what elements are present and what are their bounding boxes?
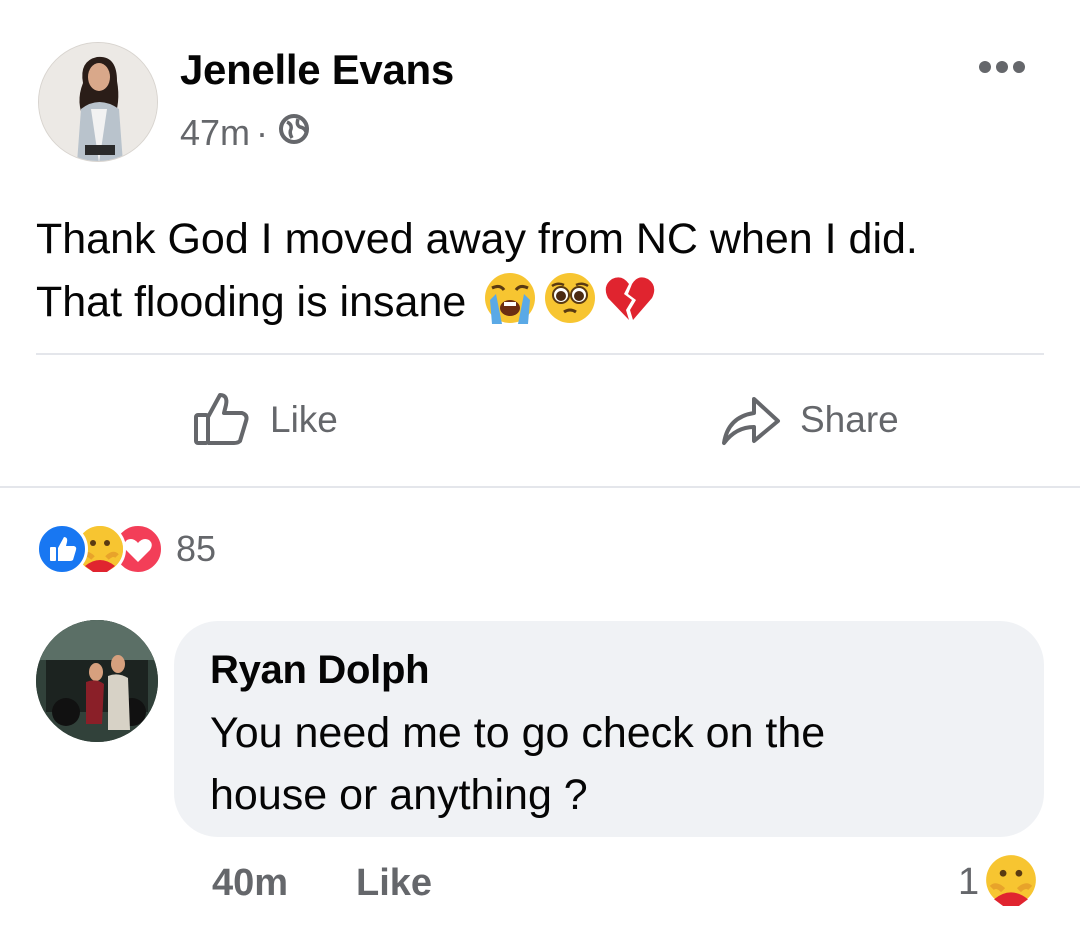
commenter-avatar[interactable] <box>36 620 158 742</box>
reaction-summary[interactable]: 85 <box>36 523 217 575</box>
post-text-line-2-content: That flooding is insane <box>36 278 467 326</box>
post-meta: 47m · <box>180 112 310 154</box>
post-text-line-2: That flooding is insane <box>36 270 1046 343</box>
like-reaction-icon <box>36 523 88 575</box>
comment-like-button[interactable]: Like <box>356 862 432 905</box>
reaction-count: 85 <box>176 528 217 569</box>
post-text: Thank God I moved away from NC when I di… <box>36 208 1046 343</box>
commenter-name[interactable]: Ryan Dolph <box>210 648 430 693</box>
post-text-line-1: Thank God I moved away from NC when I di… <box>36 215 918 263</box>
more-options-icon[interactable] <box>970 52 1034 82</box>
divider <box>36 353 1044 355</box>
thumbs-up-icon <box>190 387 252 454</box>
author-name[interactable]: Jenelle Evans <box>180 46 454 94</box>
post-time[interactable]: 47m <box>180 112 250 154</box>
meta-separator: · <box>256 112 269 153</box>
globe-icon <box>278 112 310 154</box>
share-button[interactable]: Share <box>720 388 899 452</box>
like-label: Like <box>270 399 338 440</box>
author-avatar[interactable] <box>38 42 158 162</box>
broken-heart-emoji-icon <box>602 270 658 343</box>
like-button[interactable]: Like <box>190 388 338 452</box>
divider <box>0 486 1080 488</box>
share-label: Share <box>800 399 899 440</box>
comment-text-line-2: house or anything ? <box>210 771 588 819</box>
comment-reactions[interactable]: 1 <box>958 854 1037 911</box>
comment-reaction-count: 1 <box>958 861 980 903</box>
pleading-face-emoji-icon <box>542 270 598 343</box>
crying-face-emoji-icon <box>482 270 538 343</box>
share-arrow-icon <box>720 387 782 454</box>
comment-time[interactable]: 40m <box>212 862 288 905</box>
comment-text: You need me to go check on the house or … <box>210 702 1010 826</box>
comment-text-line-1: You need me to go check on the <box>210 709 826 757</box>
care-reaction-icon <box>985 854 1037 911</box>
